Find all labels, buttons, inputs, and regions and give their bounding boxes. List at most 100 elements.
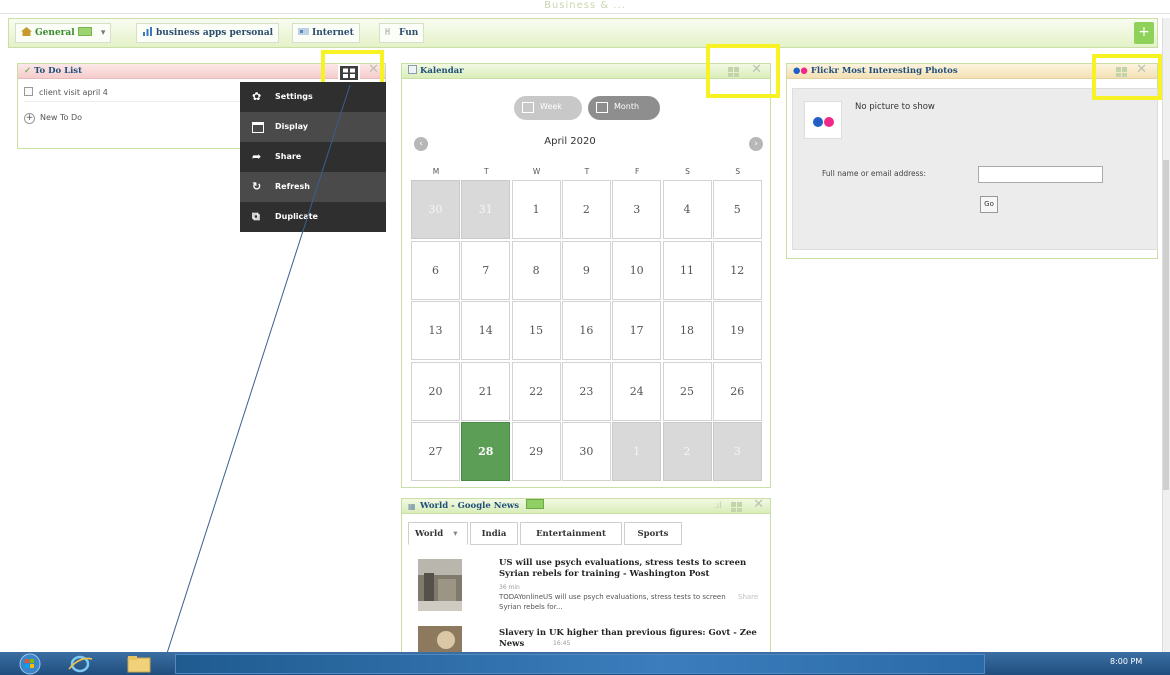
month-view-button[interactable]: Month <box>588 96 660 120</box>
signal-icon[interactable]: .ıl <box>714 499 722 513</box>
article-thumbnail[interactable] <box>418 626 462 652</box>
share-link[interactable]: Share <box>738 593 758 601</box>
tab-general[interactable]: General ▾ <box>15 23 112 43</box>
calendar-day[interactable]: 25 <box>662 361 712 421</box>
calendar-day[interactable]: 16 <box>561 301 611 360</box>
calendar-day[interactable]: 1 <box>612 422 662 481</box>
calendar-day[interactable]: 30 <box>411 180 460 239</box>
menu-item-refresh[interactable]: ↻ Refresh <box>240 172 386 202</box>
calendar-day[interactable]: 8 <box>511 240 561 300</box>
calendar-day[interactable]: 29 <box>511 422 561 481</box>
weekday-label: S <box>685 167 690 176</box>
folder-icon[interactable] <box>122 654 156 674</box>
next-month-button[interactable]: › <box>749 137 763 151</box>
tab-internet[interactable]: Internet <box>292 23 360 43</box>
calendar-day[interactable]: 10 <box>612 240 662 300</box>
weekday-label: S <box>735 167 741 176</box>
calendar-day[interactable]: 24 <box>612 361 662 421</box>
menu-item-display[interactable]: Display <box>240 112 386 142</box>
no-picture-text: No picture to show <box>855 102 935 112</box>
start-button[interactable] <box>8 652 48 675</box>
calendar-day[interactable]: 9 <box>561 240 611 300</box>
add-tab-button[interactable]: + <box>1134 22 1154 44</box>
calendar-day[interactable]: 17 <box>612 301 662 360</box>
tab-business-apps[interactable]: business apps personal <box>136 23 280 43</box>
taskbar-active-window[interactable] <box>175 654 985 674</box>
menu-item-duplicate[interactable]: ⧉ Duplicate <box>240 202 386 232</box>
prev-month-button[interactable]: ‹ <box>414 137 428 151</box>
calendar-day[interactable]: 30 <box>561 422 611 481</box>
calendar-day[interactable]: 7 <box>461 240 511 300</box>
menu-item-share[interactable]: ➦ Share <box>240 142 386 172</box>
grid-icon[interactable] <box>731 502 742 512</box>
chevron-down-icon[interactable]: ▾ <box>101 28 106 38</box>
scrollbar-thumb[interactable] <box>1163 160 1169 490</box>
highlight-box <box>706 44 780 98</box>
news-badge <box>526 499 545 509</box>
window-icon <box>252 122 264 133</box>
bar-chart-icon <box>143 27 152 36</box>
weekday-label: M <box>432 167 440 176</box>
refresh-icon: ↻ <box>252 180 262 193</box>
calendar-day[interactable]: 21 <box>461 361 511 421</box>
calendar-day[interactable]: 20 <box>411 361 460 421</box>
week-view-button[interactable]: Week <box>514 96 582 120</box>
email-field-label: Full name or email address: <box>822 169 926 178</box>
tab-entertainment[interactable]: Entertainment <box>520 522 622 545</box>
menu-item-label: Share <box>275 152 302 161</box>
article-thumbnail[interactable] <box>418 559 462 611</box>
weekday-label: F <box>635 167 640 176</box>
tab-sports[interactable]: Sports <box>624 522 682 545</box>
calendar-day[interactable]: 2 <box>561 180 611 239</box>
new-todo-button[interactable]: + New To Do <box>24 109 82 127</box>
calendar-day[interactable]: 11 <box>662 240 712 300</box>
globe-icon <box>298 28 309 35</box>
article-headline[interactable]: Slavery in UK higher than previous figur… <box>499 628 767 650</box>
month-label: Month <box>614 102 640 111</box>
calendar-day[interactable]: 5 <box>712 180 762 239</box>
calendar-day[interactable]: 1 <box>511 180 561 239</box>
chevron-down-icon[interactable]: ▾ <box>453 529 457 539</box>
calendar-day[interactable]: 22 <box>511 361 561 421</box>
todo-title: To Do List <box>34 66 83 76</box>
calendar-day[interactable]: 27 <box>411 422 460 481</box>
calendar-day[interactable]: 31 <box>461 180 511 239</box>
home-icon <box>21 27 32 36</box>
calendar-day[interactable]: 4 <box>662 180 712 239</box>
article-snippet: TODAYonlineUS will use psych evaluations… <box>499 593 726 611</box>
calendar-day[interactable]: 19 <box>712 301 762 360</box>
new-todo-label: New To Do <box>40 113 83 122</box>
calendar-day[interactable]: 2 <box>662 422 712 481</box>
todo-checkbox[interactable] <box>24 87 33 96</box>
calendar-day[interactable]: 26 <box>712 361 762 421</box>
calendar-day[interactable]: 3 <box>612 180 662 239</box>
go-button[interactable]: Go <box>980 196 998 213</box>
tab-fun[interactable]: Fun <box>379 23 425 43</box>
calendar-day[interactable]: 28 <box>461 422 511 481</box>
calendar-day[interactable]: 12 <box>712 240 762 300</box>
article-time: 36 min <box>499 584 520 591</box>
calendar-day[interactable]: 13 <box>411 301 460 360</box>
tab-business-apps-label: business apps personal <box>156 28 274 38</box>
flickr-title: Flickr Most Interesting Photos <box>810 66 958 76</box>
internet-explorer-icon[interactable] <box>65 654 95 674</box>
menu-item-label: Refresh <box>275 182 310 191</box>
calendar-day[interactable]: 18 <box>662 301 712 360</box>
plus-icon: + <box>24 113 35 124</box>
calendar-day[interactable]: 23 <box>561 361 611 421</box>
calendar-day[interactable]: 15 <box>511 301 561 360</box>
tab-general-label: General <box>35 28 75 38</box>
calendar-day[interactable]: 6 <box>411 240 460 300</box>
tab-world[interactable]: World ▾ <box>408 522 468 545</box>
menu-item-settings[interactable]: ✿ Settings <box>240 82 386 112</box>
menu-item-label: Duplicate <box>275 212 318 221</box>
news-icon: ▦ <box>408 501 416 511</box>
duplicate-icon: ⧉ <box>252 210 260 223</box>
calendar-day[interactable]: 14 <box>461 301 511 360</box>
article-headline[interactable]: US will use psych evaluations, stress te… <box>499 558 767 580</box>
news-header[interactable]: ▦ World - Google News .ıl ✕ <box>402 499 770 514</box>
calendar-day[interactable]: 3 <box>712 422 762 481</box>
tab-india[interactable]: India <box>470 522 518 545</box>
email-field[interactable] <box>978 166 1103 183</box>
close-icon[interactable]: ✕ <box>753 499 764 512</box>
